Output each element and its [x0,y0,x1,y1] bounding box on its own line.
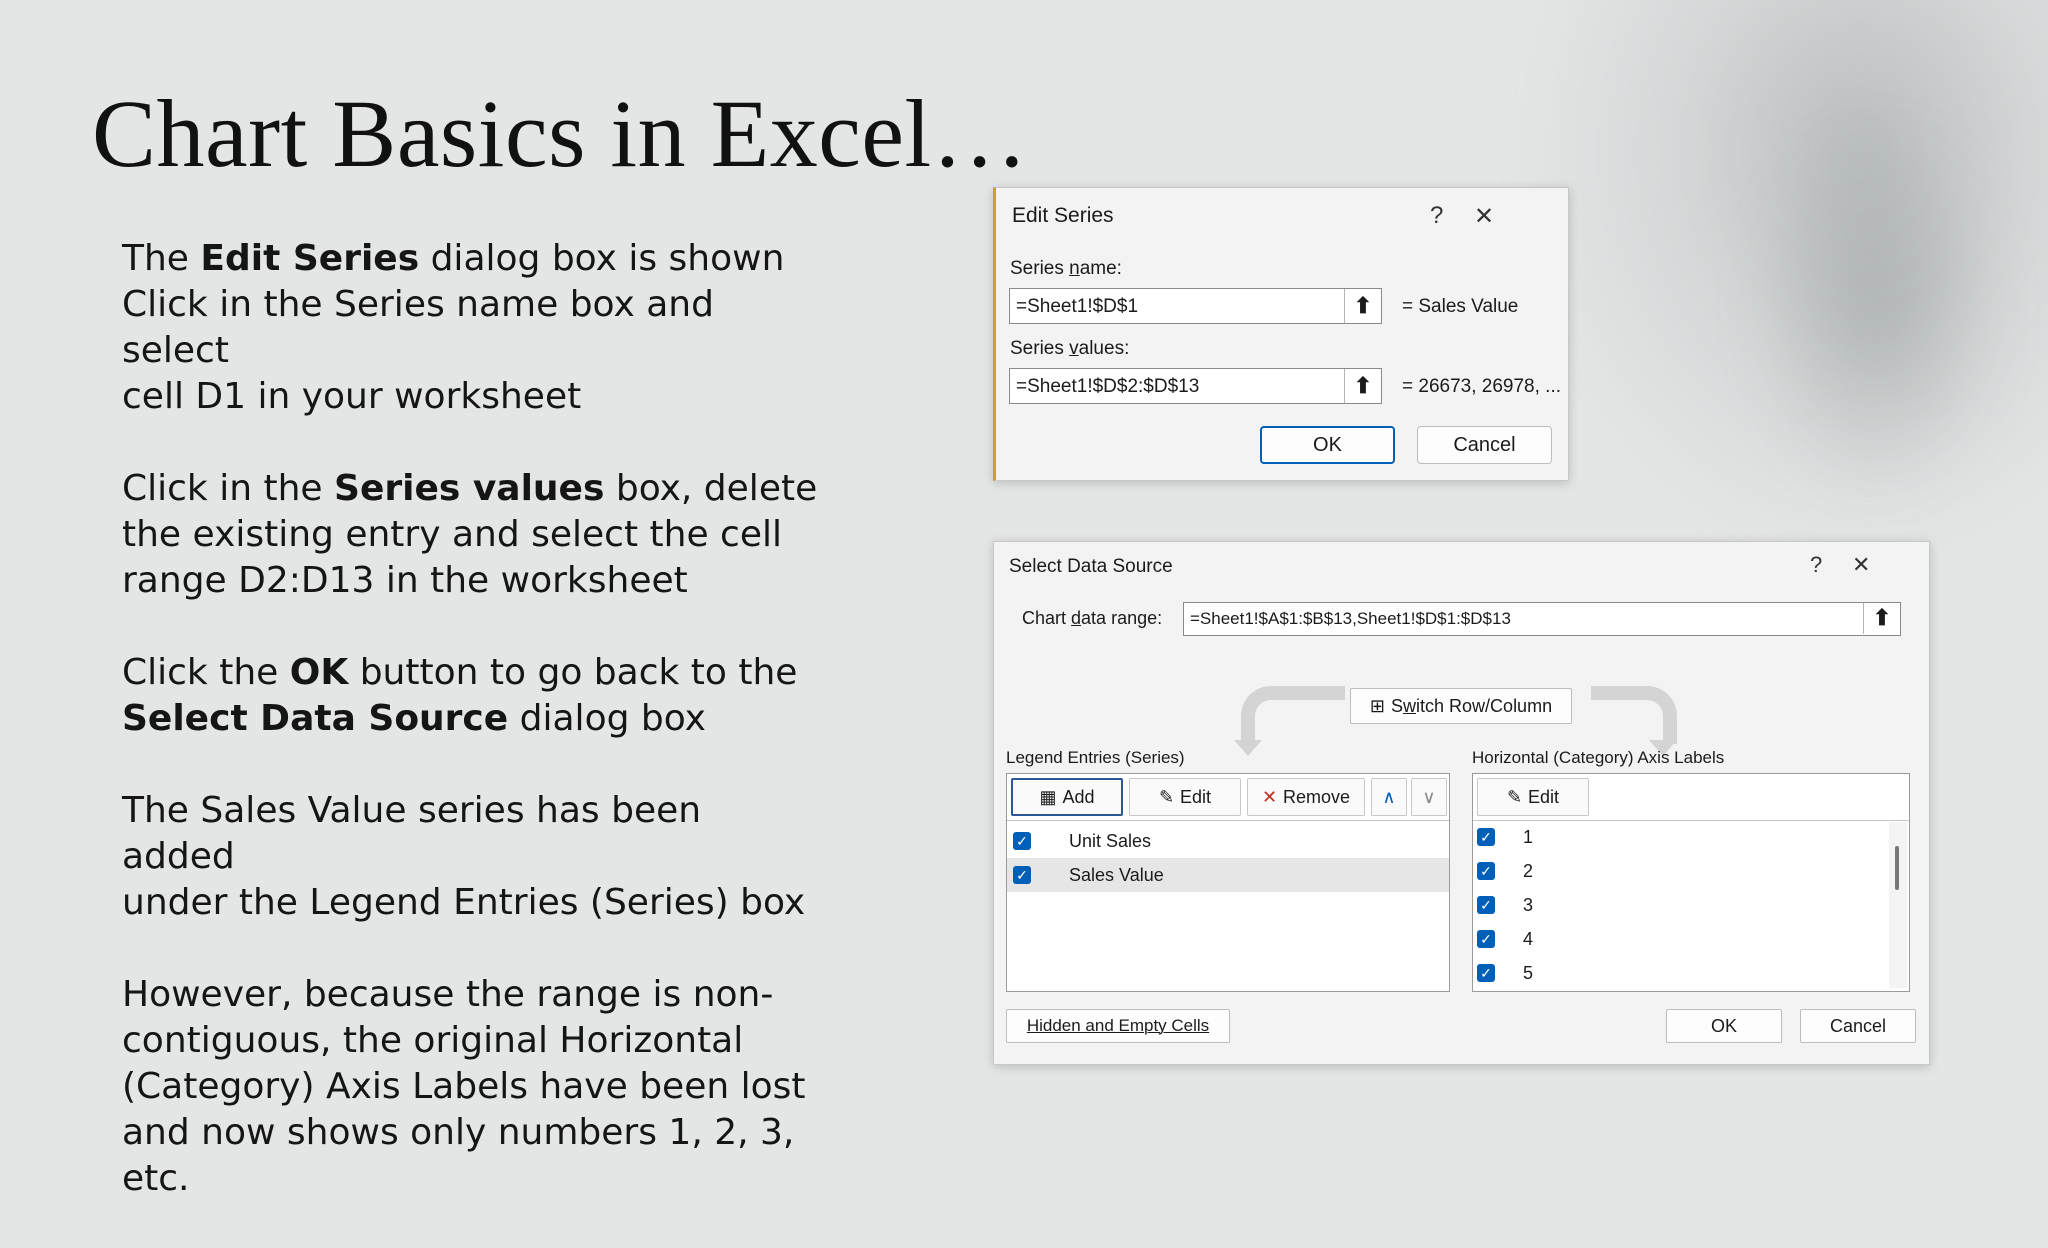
category-label: 2 [1523,860,1534,881]
series-name: Unit Sales [1069,830,1152,851]
series-name-label: Series name: [1010,258,1122,279]
add-icon: ▦ [1039,786,1057,807]
edit-icon: ✎ [1506,786,1523,807]
category-label: 4 [1523,928,1534,949]
close-icon[interactable]: ✕ [1474,202,1494,231]
body-text-run: However, because the range is non- [122,974,774,1015]
series-name-input[interactable]: =Sheet1!$D$1 ⬆ [1009,288,1382,324]
category-row[interactable]: ✓ 1 [1473,820,1885,854]
checkbox-icon[interactable]: ✓ [1477,964,1495,982]
body-bold-text: Series values [334,468,605,509]
body-text-run: Click in the Series name box and select [122,284,714,371]
dialog-title: Select Data Source [1009,556,1173,577]
scrollbar[interactable] [1889,822,1907,988]
checkbox-icon[interactable]: ✓ [1477,896,1495,914]
category-row[interactable]: ✓ 5 [1473,956,1885,990]
background-shadow-2 [1748,120,2008,500]
collapse-dialog-icon[interactable]: ⬆ [1863,603,1900,634]
body-text-run: dialog box [508,698,706,739]
axis-labels-panel: ✎ Edit ✓ 1 ✓ 2 ✓ 3 ✓ 4 ✓ 5 [1472,773,1910,992]
body-text-run: contiguous, the original Horizontal [122,1020,744,1061]
category-label: 1 [1523,826,1534,847]
hidden-empty-cells-button[interactable]: Hidden and Empty Cells [1006,1009,1230,1043]
help-icon[interactable]: ? [1810,552,1822,578]
series-row[interactable]: ✓ Sales Value [1007,858,1449,892]
move-down-button[interactable]: ∨ [1411,778,1447,816]
body-paragraph: Click the OK button to go back to the Sel… [122,650,822,742]
right-arrow-decoration [1591,686,1677,744]
slide-body: The Edit Series dialog box is shown Click… [122,236,822,1248]
body-bold-text: Edit Series [200,238,420,279]
body-text-run: (Category) Axis Labels have been lost [122,1066,806,1107]
dialog-title: Edit Series [1012,204,1114,227]
move-up-button[interactable]: ∧ [1371,778,1407,816]
legend-entries-panel: ▦ Add ✎ Edit ✕ Remove ∧ ∨ ✓ Unit Sales ✓ Sales… [1006,773,1450,992]
switch-icon: ⊞ [1369,695,1386,716]
checkbox-icon[interactable]: ✓ [1013,866,1031,884]
checkbox-icon[interactable]: ✓ [1477,930,1495,948]
category-label: 5 [1523,962,1534,983]
slide-title: Chart Basics in Excel… [92,80,1029,187]
body-paragraph: Click in the Series values box, delete th… [122,466,822,604]
series-values-label: Series values: [1010,338,1130,359]
series-values-input[interactable]: =Sheet1!$D$2:$D$13 ⬆ [1009,368,1382,404]
collapse-dialog-icon[interactable]: ⬆ [1344,289,1381,323]
body-text-run: Click the [122,652,290,693]
series-name-result: = Sales Value [1402,296,1519,317]
category-row[interactable]: ✓ 3 [1473,888,1885,922]
checkbox-icon[interactable]: ✓ [1477,862,1495,880]
body-text-run: Click in the [122,468,335,509]
checkbox-icon[interactable]: ✓ [1477,828,1495,846]
body-text-run: box, delete [604,468,818,509]
body-bold-text: OK [289,652,349,693]
body-text-run: button to go back to the [348,652,798,693]
edit-series-button[interactable]: ✎ Edit [1129,778,1241,816]
cancel-button[interactable]: Cancel [1417,426,1552,464]
series-name: Sales Value [1069,864,1164,885]
legend-entries-label: Legend Entries (Series) [1006,748,1185,767]
left-arrow-head [1234,740,1262,756]
chart-data-range-label: Chart data range: [1022,608,1163,628]
axis-labels-label: Horizontal (Category) Axis Labels [1472,748,1725,767]
body-bold-text: Select Data Source [122,698,509,739]
body-paragraph: The Edit Series dialog box is shown Click… [122,236,822,420]
body-text-run: under the Legend Entries (Series) box [122,882,806,923]
body-text-run: range D2:D13 in the worksheet [122,560,688,601]
left-arrow-decoration [1241,686,1345,744]
series-row[interactable]: ✓ Unit Sales [1007,824,1449,858]
scrollbar-thumb[interactable] [1895,846,1899,890]
help-icon[interactable]: ? [1430,202,1443,230]
ok-button[interactable]: OK [1260,426,1395,464]
category-row[interactable]: ✓ 2 [1473,854,1885,888]
category-row[interactable]: ✓ 4 [1473,922,1885,956]
body-text-run: The Sales Value series has been added [122,790,702,877]
remove-icon: ✕ [1261,786,1278,807]
body-text-run: and now shows only numbers 1, 2, 3, [122,1112,795,1153]
body-text-run: cell D1 in your worksheet [122,376,582,417]
remove-series-button[interactable]: ✕ Remove [1247,778,1365,816]
body-text-run: the existing entry and select the cell [122,514,783,555]
body-paragraph: However, because the range is non-contig… [122,972,822,1202]
category-label: 3 [1523,894,1534,915]
edit-axis-labels-button[interactable]: ✎ Edit [1477,778,1589,816]
ok-button[interactable]: OK [1666,1009,1782,1043]
body-text-run: etc. [122,1158,190,1199]
select-data-source-dialog: Select Data Source ? ✕ Chart data range:… [993,541,1930,1065]
cancel-button[interactable]: Cancel [1800,1009,1916,1043]
checkbox-icon[interactable]: ✓ [1013,832,1031,850]
add-series-button[interactable]: ▦ Add [1011,778,1123,816]
body-text-run: dialog box is shown [419,238,785,279]
body-text-run: The [122,238,201,279]
chart-data-range-input[interactable]: =Sheet1!$A$1:$B$13,Sheet1!$D$1:$D$13 ⬆ [1183,602,1901,636]
collapse-dialog-icon[interactable]: ⬆ [1344,369,1381,403]
switch-row-column-button[interactable]: ⊞ Sw itch Row/Column [1350,688,1572,724]
edit-series-dialog: Edit Series ? ✕ Series name: =Sheet1!$D$… [993,187,1569,481]
edit-icon: ✎ [1158,786,1175,807]
body-paragraph: The Sales Value series has been added und… [122,788,822,926]
close-icon[interactable]: ✕ [1852,552,1870,578]
series-values-result: = 26673, 26978, ... [1402,376,1561,397]
